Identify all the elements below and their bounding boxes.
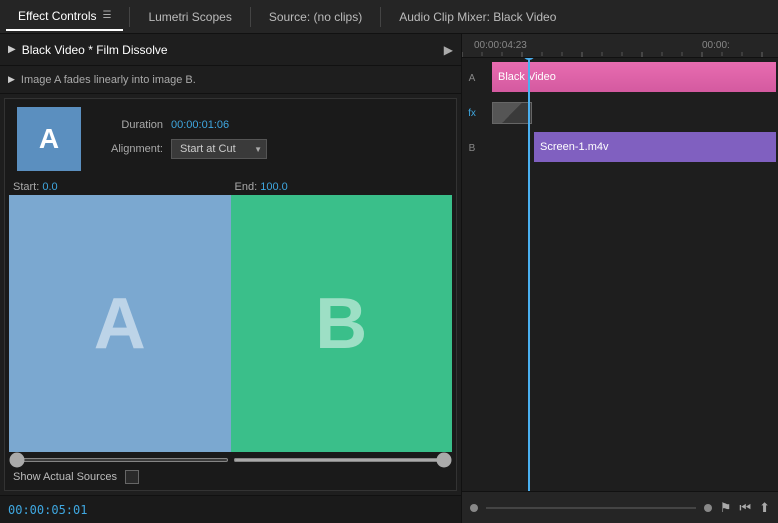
timeline-bottom: ⚑ ⏮ ⬆	[462, 491, 778, 523]
alignment-label: Alignment:	[93, 143, 163, 155]
track-a-area: Black Video	[482, 58, 778, 98]
alignment-select[interactable]: Center at Cut Start at Cut End at Cut Cu…	[171, 139, 267, 159]
end-value: 100.0	[260, 181, 288, 193]
track-a-row: A Black Video	[462, 58, 778, 98]
clip-title-bar: ▶ Black Video * Film Dissolve ▶	[0, 34, 461, 66]
tab-lumetri-label: Lumetri Scopes	[148, 10, 231, 24]
tab-effect-controls[interactable]: Effect Controls ☰	[6, 3, 123, 31]
clip-black-video[interactable]: Black Video	[492, 62, 776, 92]
right-panel: 00:00:04:23 00:00:	[462, 34, 778, 523]
description-text: Image A fades linearly into image B.	[21, 74, 196, 86]
show-sources-checkbox[interactable]	[125, 470, 139, 484]
start-label: Start: 0.0	[9, 179, 231, 195]
description-bar: ▶ Image A fades linearly into image B.	[0, 66, 461, 94]
clip-black-video-name: Black Video	[498, 71, 556, 83]
duration-label: Duration	[93, 119, 163, 131]
start-value: 0.0	[42, 181, 57, 193]
end-label: End: 100.0	[231, 179, 453, 195]
letter-a: A	[39, 123, 59, 155]
slider-end-wrap	[233, 458, 453, 462]
playhead[interactable]	[528, 58, 530, 491]
ruler-content: 00:00:04:23 00:00:	[462, 34, 778, 57]
export-icon[interactable]: ⬆	[759, 500, 770, 516]
ruler-tick-start: 00:00:04:23	[474, 40, 527, 51]
preview-a: A	[9, 195, 231, 452]
tab-divider-2	[250, 7, 251, 27]
clip-screen[interactable]: Screen-1.m4v	[534, 132, 776, 162]
tab-audio-label: Audio Clip Mixer: Black Video	[399, 10, 556, 24]
timeline-tracks: A Black Video fx B Screen-1	[462, 58, 778, 491]
effect-content: A Duration 00:00:01:06 Alignment: Center…	[4, 98, 457, 491]
track-b-area: Screen-1.m4v	[482, 128, 778, 168]
timeline-scroll	[470, 504, 712, 512]
scroll-dot-left[interactable]	[470, 504, 478, 512]
tab-lumetri-scopes[interactable]: Lumetri Scopes	[136, 3, 243, 31]
prev-frame-icon[interactable]: ⏮	[739, 500, 751, 516]
fx-label: fx	[462, 108, 482, 119]
tab-divider-3	[380, 7, 381, 27]
fx-transition[interactable]	[492, 102, 532, 124]
play-button[interactable]: ▶	[8, 44, 16, 55]
ruler-tick-end: 00:00:	[702, 40, 730, 51]
letter-a-box: A	[17, 107, 81, 171]
duration-value[interactable]: 00:00:01:06	[171, 119, 229, 131]
preview-a-letter: A	[94, 283, 146, 365]
track-b-label: B	[462, 143, 482, 154]
scroll-track	[486, 507, 696, 509]
timeline-ruler: 00:00:04:23 00:00:	[462, 34, 778, 58]
preview-b: B	[231, 195, 453, 452]
preview-row: A B	[5, 195, 456, 456]
params-area: Duration 00:00:01:06 Alignment: Center a…	[93, 119, 444, 159]
tab-source-label: Source: (no clips)	[269, 10, 362, 24]
alignment-select-wrapper: Center at Cut Start at Cut End at Cut Cu…	[171, 139, 267, 159]
main-layout: ▶ Black Video * Film Dissolve ▶ ▶ Image …	[0, 34, 778, 523]
track-a-label: A	[462, 73, 482, 84]
fx-row: fx	[462, 98, 778, 128]
bottom-bar: 00:00:05:01	[0, 495, 461, 523]
show-sources-label: Show Actual Sources	[13, 471, 117, 483]
filter-icon[interactable]: ⚑	[720, 500, 732, 516]
tab-bar: Effect Controls ☰ Lumetri Scopes Source:…	[0, 0, 778, 34]
current-timecode[interactable]: 00:00:05:01	[8, 503, 87, 517]
duration-row: Duration 00:00:01:06	[93, 119, 444, 131]
clip-screen-name: Screen-1.m4v	[540, 141, 608, 153]
preview-b-letter: B	[315, 283, 367, 365]
fx-area	[482, 98, 778, 128]
clip-title: Black Video * Film Dissolve	[22, 43, 444, 57]
slider-start[interactable]	[9, 458, 229, 462]
tab-audio-mixer[interactable]: Audio Clip Mixer: Black Video	[387, 3, 568, 31]
tab-effect-controls-label: Effect Controls	[18, 9, 96, 23]
alignment-row: Alignment: Center at Cut Start at Cut En…	[93, 139, 444, 159]
slider-start-wrap	[9, 458, 229, 462]
left-panel: ▶ Black Video * Film Dissolve ▶ ▶ Image …	[0, 34, 462, 523]
sliders-row	[5, 456, 456, 464]
desc-play-icon: ▶	[8, 74, 15, 85]
slider-end[interactable]	[233, 458, 453, 462]
track-b-row: B Screen-1.m4v	[462, 128, 778, 168]
tab-menu-icon[interactable]: ☰	[102, 10, 111, 21]
sources-row: Show Actual Sources	[5, 464, 456, 490]
preview-labels: Start: 0.0 End: 100.0	[5, 179, 456, 195]
expand-icon[interactable]: ▶	[444, 43, 453, 57]
controls-row: A Duration 00:00:01:06 Alignment: Center…	[5, 99, 456, 179]
tab-divider-1	[129, 7, 130, 27]
scroll-dot-right[interactable]	[704, 504, 712, 512]
tab-source[interactable]: Source: (no clips)	[257, 3, 374, 31]
timeline-icons: ⚑ ⏮ ⬆	[720, 500, 770, 516]
